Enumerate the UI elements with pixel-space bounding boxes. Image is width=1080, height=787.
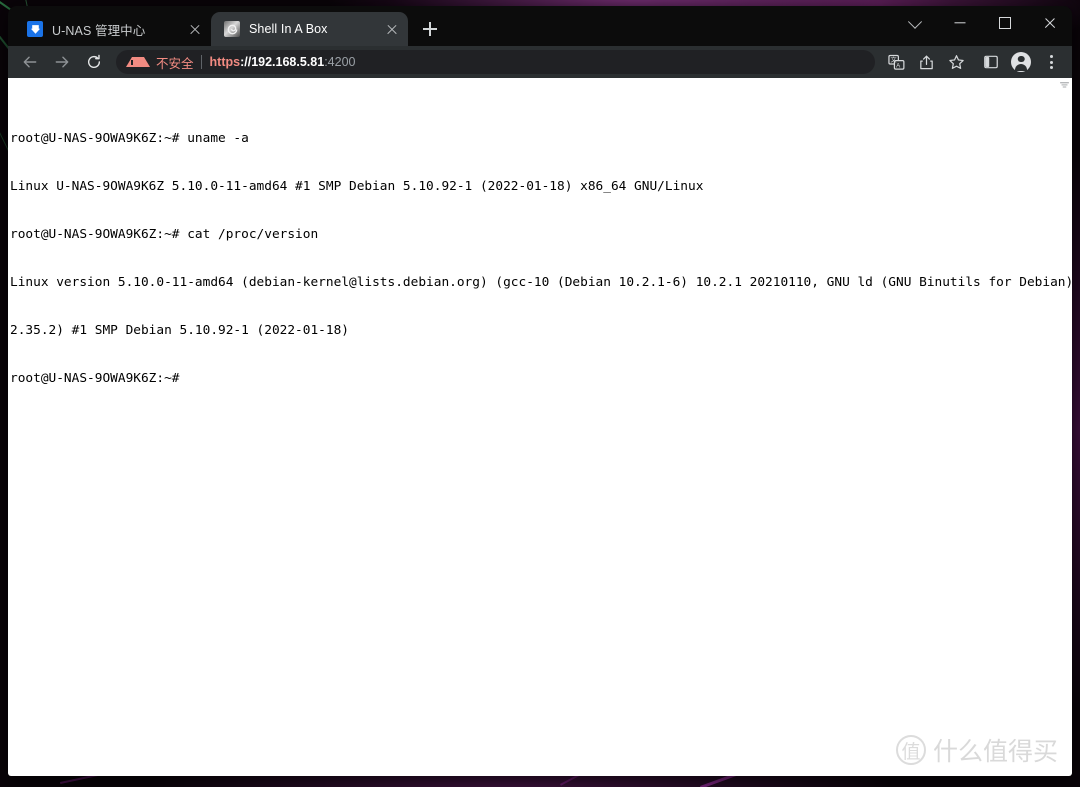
url-scheme: https [209, 55, 241, 69]
url-separator: :// [240, 55, 252, 69]
security-status-label: 不安全 [156, 56, 194, 71]
watermark-badge: 值 [895, 735, 926, 765]
side-panel-icon[interactable] [978, 49, 1004, 75]
minimize-icon [954, 22, 965, 24]
address-bar[interactable]: 不安全 https :// 192.168.5.81 :4200 [116, 50, 875, 74]
tab-strip: U-NAS 管理中心 Shell In A Box [8, 6, 1072, 46]
watermark-text: 什么值得买 [932, 737, 1058, 766]
terminal-line: root@U-NAS-9OWA9K6Z:~# uname -a [10, 131, 249, 146]
close-icon[interactable] [384, 21, 400, 37]
tab-title: Shell In A Box [249, 22, 328, 36]
window-controls [892, 6, 1072, 40]
minimize-button[interactable] [937, 6, 982, 40]
url-port: :4200 [324, 55, 356, 69]
tab-unas[interactable]: U-NAS 管理中心 [14, 12, 211, 46]
terminal-line: root@U-NAS-9OWA9K6Z:~# [10, 371, 180, 386]
terminal-output[interactable]: root@U-NAS-9OWA9K6Z:~# uname -a Linux U-… [10, 99, 1072, 419]
warning-triangle-icon [126, 57, 150, 67]
terminal-line: Linux U-NAS-9OWA9K6Z 5.10.0-11-amd64 #1 … [10, 179, 704, 194]
url-host: 192.168.5.81 [251, 55, 325, 69]
tab-shell-in-a-box[interactable]: Shell In A Box [211, 12, 408, 46]
profile-avatar[interactable] [1008, 49, 1034, 75]
close-icon [1043, 17, 1056, 30]
arrow-left-icon [23, 56, 37, 68]
maximize-button[interactable] [982, 6, 1027, 40]
chevron-down-icon [907, 14, 922, 29]
shell-icon [224, 21, 240, 37]
maximize-icon [998, 17, 1011, 29]
watermark: 值 什么值得买 [895, 732, 1058, 768]
browser-window: U-NAS 管理中心 Shell In A Box 不安全 https:// … [8, 6, 1072, 776]
back-button[interactable] [16, 48, 44, 76]
bookmark-star-icon[interactable] [943, 49, 969, 75]
forward-button[interactable] [48, 48, 76, 76]
avatar [1011, 52, 1031, 72]
terminal-line: root@U-NAS-9OWA9K6Z:~# cat /proc/version [10, 227, 319, 242]
terminal-line: 2.35.2) #1 SMP Debian 5.10.92-1 (2022-01… [10, 323, 349, 338]
close-window-button[interactable] [1027, 6, 1072, 40]
share-icon[interactable] [913, 49, 939, 75]
terminal-line: Linux version 5.10.0-11-amd64 (debian-ke… [10, 275, 1072, 290]
kebab-dots [1049, 55, 1053, 69]
tab-title: U-NAS 管理中心 [52, 23, 146, 38]
close-icon[interactable] [187, 21, 203, 37]
omnibox-divider [200, 55, 202, 69]
page-content: root@U-NAS-9OWA9K6Z:~# uname -a Linux U-… [8, 78, 1072, 776]
translate-icon[interactable]: 文 A [883, 49, 909, 75]
scroll-marker-icon[interactable] [1060, 82, 1069, 89]
arrow-right-icon [55, 56, 69, 68]
unas-icon [27, 21, 43, 37]
reload-icon [87, 54, 101, 68]
browser-toolbar: 不安全 https :// 192.168.5.81 :4200 文 A [8, 46, 1072, 78]
new-tab-button[interactable] [416, 15, 444, 43]
tab-search-button[interactable] [892, 6, 937, 40]
more-menu-icon[interactable] [1038, 49, 1064, 75]
reload-button[interactable] [80, 48, 108, 76]
